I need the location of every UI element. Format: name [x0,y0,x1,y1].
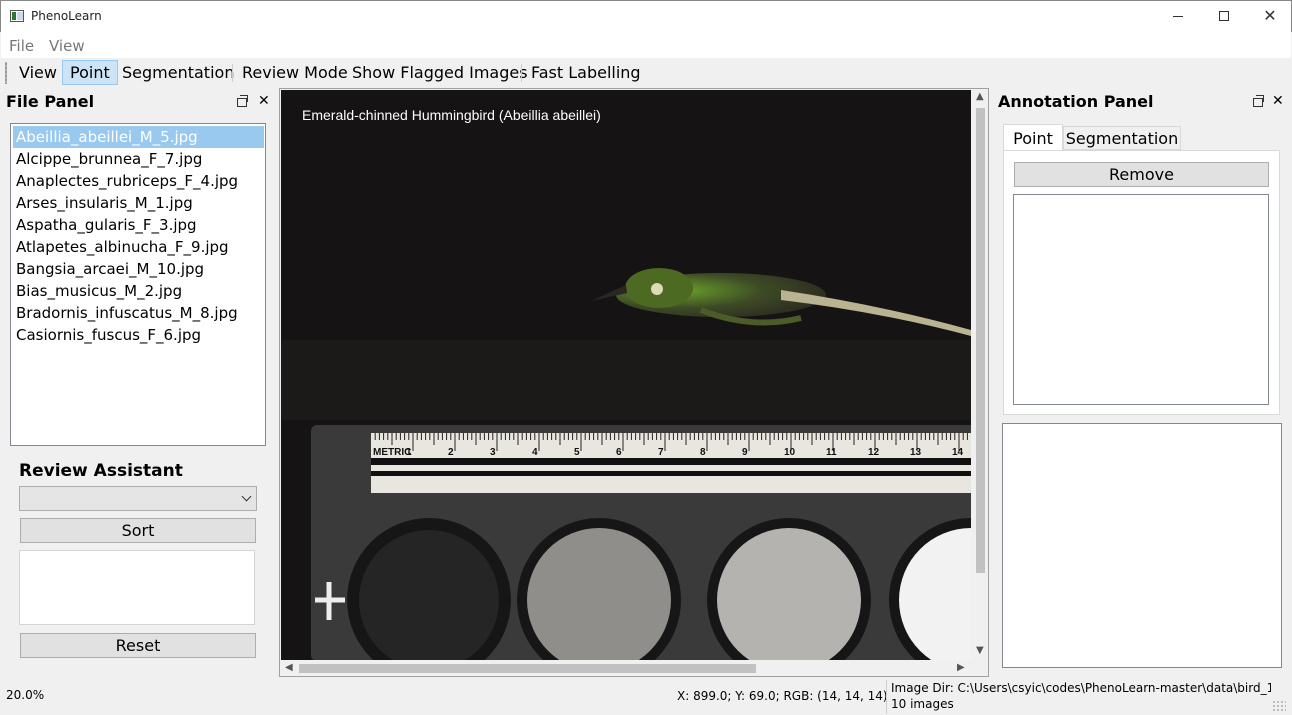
scroll-right-icon[interactable]: ▶ [957,662,965,673]
tab-point[interactable]: Point [1003,124,1063,152]
image-canvas[interactable]: METRIC 1 2 3 4 5 6 7 8 9 10 11 12 13 14 Emerald-chinne… [281,90,971,661]
toolbar-show-flagged-button[interactable]: Show Flagged Images [345,60,535,85]
sort-button[interactable]: Sort [20,518,256,543]
ruler-number: 9 [742,447,748,458]
toolbar-point-button[interactable]: Point [62,60,118,85]
tab-segmentation[interactable]: Segmentation [1063,126,1181,150]
vertical-scrollbar[interactable]: ▲ ▼ [972,90,988,661]
menu-file[interactable]: File [9,37,34,55]
scroll-up-icon[interactable]: ▲ [976,91,984,102]
file-list-item[interactable]: Anaplectes_rubriceps_F_4.jpg [13,170,264,192]
undock-icon[interactable] [1253,95,1264,107]
image-caption: Emerald-chinned Hummingbird (Abeillia ab… [302,107,601,123]
toolbar-review-mode-button[interactable]: Review Mode [235,60,355,85]
toolbar-segmentation-button[interactable]: Segmentation [115,60,241,85]
status-separator [886,680,887,714]
scroll-left-icon[interactable]: ◀ [285,662,293,673]
file-list[interactable]: Abeillia_abeillei_M_5.jpg Alcippe_brunne… [10,123,266,446]
toolbar-fast-labelling-button[interactable]: Fast Labelling [524,60,648,85]
menu-view[interactable]: View [49,37,85,55]
scroll-down-icon[interactable]: ▼ [976,645,984,656]
minimize-button[interactable] [1155,1,1201,31]
chevron-down-icon [241,491,252,502]
toolbar-separator [232,64,233,82]
horizontal-scroll-thumb[interactable] [299,664,756,673]
ruler-number: 11 [826,447,837,458]
resize-grip-icon[interactable] [1272,700,1286,712]
file-list-item[interactable]: Bias_musicus_M_2.jpg [13,280,264,302]
reset-button[interactable]: Reset [20,633,256,658]
zoom-level: 20.0% [6,688,45,702]
ruler-number: 4 [532,447,538,458]
close-icon[interactable]: ✕ [1272,94,1284,108]
ruler-number: 13 [910,447,922,458]
point-tab-pane: Remove [1003,150,1280,415]
file-list-item[interactable]: Abeillia_abeillei_M_5.jpg [13,126,264,148]
title-bar: PhenoLearn ✕ [0,0,1292,32]
close-icon: ✕ [1263,6,1277,25]
cursor-info: X: 899.0; Y: 69.0; RGB: (14, 14, 14) [677,689,888,703]
maximize-icon [1219,11,1229,21]
annotation-preview [1002,423,1282,668]
file-list-item[interactable]: Bangsia_arcaei_M_10.jpg [13,258,264,280]
review-output-box [19,550,255,625]
annotation-panel-title: Annotation Panel [998,92,1154,111]
file-panel-title: File Panel [6,92,95,111]
close-icon[interactable]: ✕ [258,94,270,108]
color-standard-card: METRIC1 2 3 4 5 6 7 8 9 10 11 12 13 14 [311,425,971,661]
file-list-item[interactable]: Bradornis_infuscatus_M_8.jpg [13,302,264,324]
specimen-image: METRIC1 2 3 4 5 6 7 8 9 10 11 12 13 14 [281,90,971,661]
review-assistant-select[interactable] [19,486,257,511]
close-window-button[interactable]: ✕ [1247,1,1292,31]
file-list-item[interactable]: Alcippe_brunnea_F_7.jpg [13,148,264,170]
window-title: PhenoLearn [31,9,102,23]
menu-bar: File View [1,32,1291,58]
toolbar: View Point Segmentation Review Mode Show… [1,58,1291,88]
ruler-number: 1 [406,447,412,458]
vertical-scroll-thumb[interactable] [976,108,985,573]
file-list-item[interactable]: Aspatha_gularis_F_3.jpg [13,214,264,236]
file-list-item[interactable]: Atlapetes_albinucha_F_9.jpg [13,236,264,258]
undock-icon[interactable] [237,95,248,107]
ruler-number: 10 [784,447,796,458]
ruler-number: 14 [952,447,964,458]
horizontal-scrollbar[interactable]: ◀ ▶ [281,660,971,676]
remove-button[interactable]: Remove [1014,162,1269,187]
toolbar-view-button[interactable]: View [12,60,64,85]
ruler-number: 12 [868,447,880,458]
ruler-number: 3 [490,447,496,458]
toolbar-grip-icon[interactable] [5,62,7,84]
maximize-button[interactable] [1201,1,1247,31]
minimize-icon [1173,15,1183,17]
annotation-list[interactable] [1013,194,1269,405]
toolbar-separator [521,64,522,82]
ruler-number: 7 [658,447,664,458]
ruler-number: 5 [574,447,580,458]
ruler-number: 8 [700,447,706,458]
review-assistant-heading: Review Assistant [19,461,183,481]
ruler-number: 2 [448,447,454,458]
app-icon [10,10,24,22]
image-viewer[interactable]: METRIC 1 2 3 4 5 6 7 8 9 10 11 12 13 14 Emerald-chinne… [279,88,989,677]
file-list-item[interactable]: Arses_insularis_M_1.jpg [13,192,264,214]
image-count: 10 images [891,697,954,711]
ruler-number: 6 [616,447,622,458]
image-dir: Image Dir: C:\Users\csyic\codes\PhenoLea… [891,681,1271,695]
file-list-item[interactable]: Casiornis_fuscus_F_6.jpg [13,324,264,346]
